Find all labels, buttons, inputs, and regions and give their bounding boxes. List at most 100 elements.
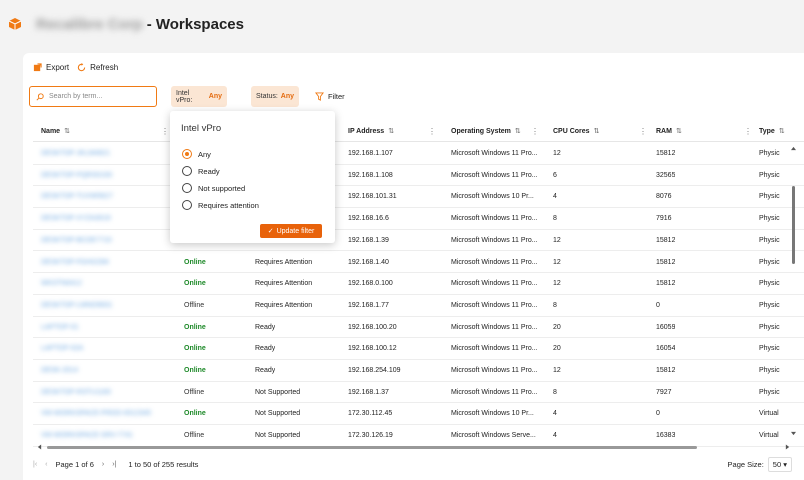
popover-title: Intel vPro [181, 123, 222, 134]
cell-name[interactable]: VM-WORKSPACE-PROD-0012345 [41, 403, 151, 424]
cell-ip: 172.30.112.45 [348, 410, 393, 418]
column-menu-icon[interactable]: ⋮ [531, 127, 539, 136]
cell-name[interactable]: DESKTOP-PQRS0193 [41, 165, 112, 186]
column-menu-icon[interactable]: ⋮ [639, 127, 647, 136]
column-header-type[interactable]: Type ⇅ [759, 120, 804, 142]
cell-type: Physic [759, 323, 780, 331]
cell-os: Microsoft Windows 10 Pr... [451, 410, 534, 418]
table-row[interactable]: DESK-2014 Online Ready 192.168.254.109 Micro… [33, 360, 804, 382]
vertical-scroll-thumb[interactable] [792, 186, 795, 264]
cell-name[interactable]: WKSTN0412 [41, 273, 82, 294]
option-any[interactable]: Any [182, 149, 211, 159]
column-header-operating-system[interactable]: Operating System ⇅ ⋮ [451, 120, 551, 142]
sort-icon[interactable]: ⇅ [676, 127, 682, 135]
page-header: Recalibre Corp - Workspaces [0, 0, 804, 48]
column-header-name[interactable]: Name ⇅ ⋮ [41, 120, 171, 142]
radio-button[interactable] [182, 166, 192, 176]
option-ready[interactable]: Ready [182, 166, 220, 176]
scroll-left-icon[interactable] [37, 444, 42, 450]
export-button[interactable]: Export [33, 63, 69, 72]
table-row[interactable]: DESKTOP-BCDE7710 192.168.1.39 Microsoft Wi… [33, 230, 804, 252]
cell-cpu: 20 [553, 345, 561, 353]
table-header: Name ⇅ ⋮ IP Address ⇅ ⋮ Operating System ⇅ … [33, 120, 804, 142]
scroll-down-icon[interactable] [791, 431, 796, 436]
table-row[interactable]: WKSTN0412 Online Requires Attention 192.168… [33, 273, 804, 295]
cell-name[interactable]: LAPTOP-02A [41, 338, 83, 359]
cell-ip: 192.168.0.100 [348, 280, 393, 288]
cell-ip: 192.168.100.20 [348, 323, 397, 331]
scroll-up-icon[interactable] [791, 146, 796, 151]
column-menu-icon[interactable]: ⋮ [161, 127, 169, 136]
table-row[interactable]: DESKTOP-LMNO9931 Offline Requires Attentio… [33, 295, 804, 317]
cell-name[interactable]: LAPTOP-01 [41, 317, 79, 338]
page-size-select[interactable]: 50 ▾ [767, 457, 792, 472]
table-row[interactable]: DESKTOP-TUVW5627 192.168.101.31 Microsoft … [33, 186, 804, 209]
column-header-ip-address[interactable]: IP Address ⇅ ⋮ [348, 120, 448, 142]
search-input[interactable]: Search by term... [29, 86, 157, 107]
table-row[interactable]: DESKTOP-RSTU1183 Offline Not Supported 192.… [33, 382, 804, 404]
cell-status: Offline [184, 388, 205, 396]
table-row[interactable]: DESKTOP-XYZA3019 192.168.16.6 Microsoft Wi… [33, 208, 804, 230]
cell-cpu: 20 [553, 323, 561, 331]
horizontal-scroll-thumb[interactable] [47, 446, 697, 449]
cell-name[interactable]: DESKTOP-BCDE7710 [41, 230, 112, 251]
radio-button[interactable] [182, 183, 192, 193]
filter-button[interactable]: Filter [315, 86, 345, 107]
sort-icon[interactable]: ⇅ [515, 127, 521, 135]
column-header-ram[interactable]: RAM ⇅ ⋮ [656, 120, 756, 142]
table-row[interactable]: LAPTOP-01 Online Ready 192.168.100.20 Micros… [33, 317, 804, 339]
sort-icon[interactable]: ⇅ [64, 127, 70, 135]
table-row[interactable]: VM-WORKSPACE-PROD-0012345 Online Not Suppo… [33, 403, 804, 426]
option-requires-attention[interactable]: Requires attention [182, 200, 259, 210]
sort-icon[interactable]: ⇅ [779, 127, 785, 135]
column-header-cpu-cores[interactable]: CPU Cores ⇅ ⋮ [553, 120, 653, 142]
column-menu-icon[interactable]: ⋮ [744, 127, 752, 136]
search-icon [36, 92, 44, 101]
sort-icon[interactable]: ⇅ [388, 127, 394, 135]
status-filter-chip[interactable]: Status: Any [251, 86, 299, 107]
cell-status: Online [184, 258, 206, 266]
cell-ip: 192.168.1.77 [348, 301, 389, 309]
cell-name[interactable]: DESK-2014 [41, 360, 78, 381]
cell-os: Microsoft Windows 11 Pro... [451, 301, 538, 309]
radio-button[interactable] [182, 200, 192, 210]
cell-type: Physic [759, 388, 780, 396]
table-row[interactable]: LAPTOP-02A Online Ready 192.168.100.12 Micro… [33, 338, 804, 360]
first-page-icon[interactable]: |‹ [33, 461, 37, 468]
table-row[interactable]: DESKTOP-FGHI2284 Online Requires Attention… [33, 252, 804, 274]
update-filter-button[interactable]: ✓ Update filter [260, 224, 322, 238]
cell-type: Physic [759, 280, 780, 288]
cell-ram: 16059 [656, 323, 676, 331]
horizontal-scrollbar[interactable] [33, 443, 793, 451]
cell-name[interactable]: DESKTOP-RSTU1183 [41, 382, 111, 403]
sort-icon[interactable]: ⇅ [594, 127, 600, 135]
cell-status: Offline [184, 301, 205, 309]
cell-cpu: 12 [553, 236, 561, 244]
results-range: 1 to 50 of 255 results [128, 459, 199, 469]
refresh-button[interactable]: Refresh [77, 63, 118, 72]
cell-name[interactable]: DESKTOP-JKLM4821 [41, 143, 110, 164]
cell-name[interactable]: DESKTOP-XYZA3019 [41, 208, 111, 229]
cell-ip: 192.168.1.108 [348, 171, 393, 179]
radio-button[interactable] [182, 149, 192, 159]
vertical-scrollbar[interactable] [791, 146, 796, 436]
option-not-supported[interactable]: Not supported [182, 183, 245, 193]
check-icon: ✓ [267, 228, 274, 235]
cell-ram: 15812 [656, 280, 676, 288]
cell-name[interactable]: DESKTOP-LMNO9931 [41, 295, 112, 316]
cell-type: Physic [759, 171, 780, 179]
vpro-filter-chip[interactable]: Intel vPro: Any [171, 86, 227, 107]
cell-cpu: 12 [553, 367, 561, 374]
prev-page-icon[interactable]: ‹ [45, 461, 47, 468]
scroll-right-icon[interactable] [785, 444, 790, 450]
cell-name[interactable]: DESKTOP-TUVW5627 [41, 186, 113, 207]
page-size: Page Size: 50 ▾ [728, 457, 792, 472]
cell-name[interactable]: DESKTOP-FGHI2284 [41, 252, 109, 273]
cell-status: Online [184, 323, 206, 331]
next-page-icon[interactable]: › [102, 461, 104, 468]
cell-os: Microsoft Windows 11 Pro... [451, 323, 538, 331]
last-page-icon[interactable]: ›| [112, 461, 116, 468]
table-row[interactable]: DESKTOP-JKLM4821 192.168.1.107 Microsoft W… [33, 143, 804, 165]
table-row[interactable]: DESKTOP-PQRS0193 192.168.1.108 Microsoft W… [33, 165, 804, 187]
column-menu-icon[interactable]: ⋮ [428, 127, 436, 136]
